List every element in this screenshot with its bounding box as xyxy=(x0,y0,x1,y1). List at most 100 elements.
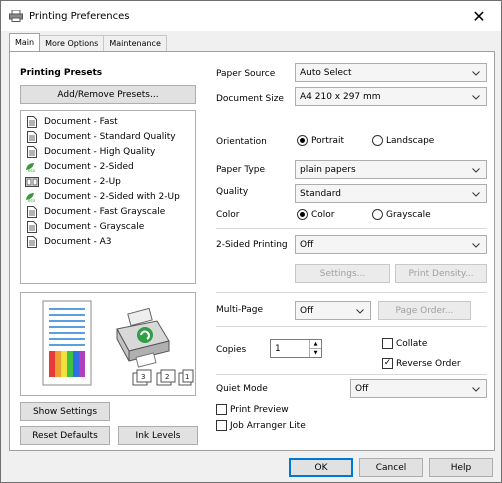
close-button[interactable]: ✕ xyxy=(457,1,501,31)
list-item[interactable]: eco Document - 2-Sided xyxy=(21,159,195,174)
window-title: Printing Preferences xyxy=(29,10,130,22)
printing-preferences-window: Printing Preferences ✕ Main More Options… xyxy=(0,0,502,483)
preset-label: Document - Standard Quality xyxy=(44,131,176,142)
ink-levels-button[interactable]: Ink Levels xyxy=(118,426,198,445)
show-settings-button[interactable]: Show Settings xyxy=(20,402,110,421)
two-sided-printing-label: 2-Sided Printing xyxy=(216,240,288,250)
list-item[interactable]: Document - High Quality xyxy=(21,144,195,159)
reverse-order-checkbox[interactable]: ✓ Reverse Order xyxy=(382,358,461,369)
preset-label: Document - Grayscale xyxy=(44,221,145,232)
eco-icon: eco xyxy=(25,191,39,203)
portrait-radio[interactable]: Portrait xyxy=(297,135,344,146)
quality-label: Quality xyxy=(216,187,249,197)
multi-page-label: Multi-Page xyxy=(216,305,264,315)
svg-text:3: 3 xyxy=(141,373,145,381)
eco-icon: eco xyxy=(25,161,39,173)
preset-label: Document - 2-Sided with 2-Up xyxy=(44,191,180,202)
page-preview-graphic: 3 2 1 xyxy=(42,300,194,386)
paper-type-label: Paper Type xyxy=(216,165,266,175)
document-size-select[interactable]: A4 210 x 297 mm xyxy=(295,87,487,106)
chevron-down-icon xyxy=(471,67,481,79)
orientation-label: Orientation xyxy=(216,137,267,147)
tab-main[interactable]: Main xyxy=(9,33,41,51)
reverse-order-label: Reverse Order xyxy=(396,358,461,369)
collate-checkbox[interactable]: Collate xyxy=(382,338,427,349)
ok-button[interactable]: OK xyxy=(289,458,353,477)
grayscale-radio[interactable]: Grayscale xyxy=(372,209,431,220)
presets-list[interactable]: Document - Fast Document - Standard Qual… xyxy=(20,110,196,284)
main-tab-panel: Printing Presets Add/Remove Presets... D… xyxy=(9,51,495,451)
list-item[interactable]: Document - A3 xyxy=(21,234,195,249)
printer-icon xyxy=(9,10,23,22)
document-icon xyxy=(25,145,39,158)
svg-text:eco: eco xyxy=(28,198,36,202)
radio-selected-icon xyxy=(297,209,308,220)
stepper-down-icon[interactable]: ▼ xyxy=(310,349,321,357)
cancel-button[interactable]: Cancel xyxy=(359,458,423,477)
page-order-button[interactable]: Page Order... xyxy=(378,301,471,320)
chevron-down-icon xyxy=(471,164,481,176)
job-arranger-lite-checkbox[interactable]: Job Arranger Lite xyxy=(216,420,306,431)
color-radio[interactable]: Color xyxy=(297,209,335,220)
multi-page-value: Off xyxy=(300,305,314,316)
paper-source-select[interactable]: Auto Select xyxy=(295,63,487,82)
radio-selected-icon xyxy=(297,135,308,146)
tab-more-options[interactable]: More Options xyxy=(39,35,105,51)
preset-label: Document - Fast xyxy=(44,116,118,127)
job-arranger-label: Job Arranger Lite xyxy=(230,420,306,431)
two-sided-printing-select[interactable]: Off xyxy=(295,235,487,254)
preset-label: Document - 2-Sided xyxy=(44,161,134,172)
stepper-up-icon[interactable]: ▲ xyxy=(310,340,321,349)
paper-type-value: plain papers xyxy=(300,164,356,175)
divider xyxy=(216,228,487,229)
reset-defaults-button[interactable]: Reset Defaults xyxy=(20,426,110,445)
paper-type-select[interactable]: plain papers xyxy=(295,160,487,179)
preset-label: Document - Fast Grayscale xyxy=(44,206,166,217)
color-option-label: Color xyxy=(311,209,335,220)
checkbox-icon xyxy=(216,404,227,415)
tab-maintenance[interactable]: Maintenance xyxy=(103,35,167,51)
print-preview-area: 3 2 1 xyxy=(20,292,196,396)
svg-text:2: 2 xyxy=(165,373,169,381)
copies-stepper[interactable]: 1 ▲ ▼ xyxy=(270,339,322,358)
list-item[interactable]: Document - 2-Up xyxy=(21,174,195,189)
add-remove-presets-button[interactable]: Add/Remove Presets... xyxy=(20,85,196,104)
list-item[interactable]: Document - Standard Quality xyxy=(21,129,195,144)
list-item[interactable]: Document - Fast Grayscale xyxy=(21,204,195,219)
svg-text:eco: eco xyxy=(28,168,36,172)
print-density-button[interactable]: Print Density... xyxy=(395,264,487,283)
svg-text:1: 1 xyxy=(185,373,189,381)
quiet-mode-label: Quiet Mode xyxy=(216,384,268,394)
list-item[interactable]: Document - Grayscale xyxy=(21,219,195,234)
help-button[interactable]: Help xyxy=(429,458,493,477)
multi-page-select[interactable]: Off xyxy=(295,301,371,320)
radio-icon xyxy=(372,209,383,220)
quiet-mode-value: Off xyxy=(355,383,369,394)
collate-label: Collate xyxy=(396,338,428,349)
portrait-label: Portrait xyxy=(311,135,345,146)
radio-icon xyxy=(372,135,383,146)
print-preview-label: Print Preview xyxy=(230,404,289,415)
quality-select[interactable]: Standard xyxy=(295,184,487,203)
divider xyxy=(216,374,487,375)
paper-source-label: Paper Source xyxy=(216,69,276,79)
list-item[interactable]: eco Document - 2-Sided with 2-Up xyxy=(21,189,195,204)
print-preview-checkbox[interactable]: Print Preview xyxy=(216,404,289,415)
quiet-mode-select[interactable]: Off xyxy=(350,379,487,398)
two-sided-settings-button[interactable]: Settings... xyxy=(295,264,390,283)
checkmark-icon: ✓ xyxy=(382,358,393,369)
preset-label: Document - A3 xyxy=(44,236,112,247)
landscape-radio[interactable]: Landscape xyxy=(372,135,434,146)
grayscale-label: Grayscale xyxy=(386,209,431,220)
document-icon xyxy=(25,235,39,248)
checkbox-icon xyxy=(216,420,227,431)
printer-illustration-icon xyxy=(116,307,170,368)
document-size-label: Document Size xyxy=(216,94,284,104)
list-item[interactable]: Document - Fast xyxy=(21,114,195,129)
chevron-down-icon xyxy=(471,239,481,251)
copies-label: Copies xyxy=(216,345,247,355)
tab-strip: Main More Options Maintenance xyxy=(9,33,167,51)
two-up-icon xyxy=(25,176,39,188)
preset-label: Document - 2-Up xyxy=(44,176,121,187)
color-label: Color xyxy=(216,210,240,220)
